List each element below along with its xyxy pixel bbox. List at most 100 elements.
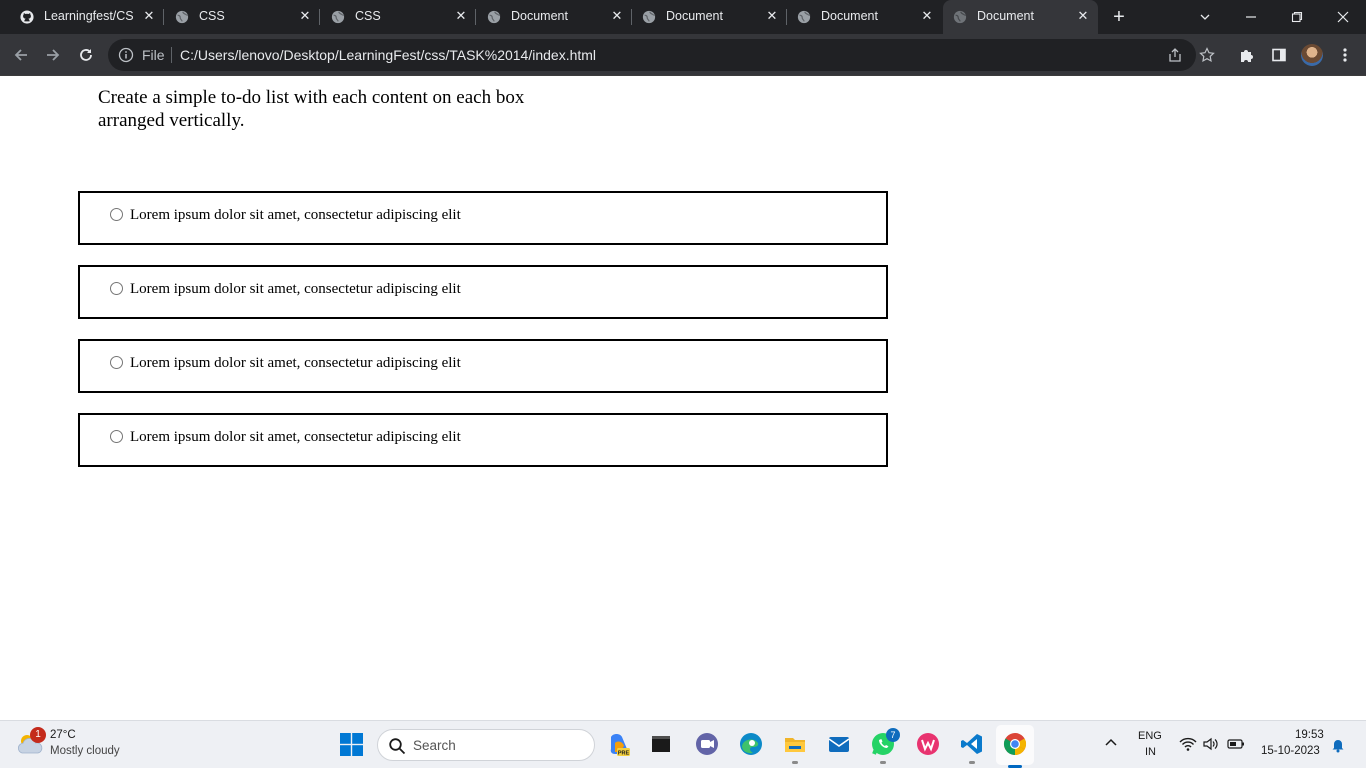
info-icon[interactable] [118,47,134,63]
todo-item: Lorem ipsum dolor sit amet, consectetur … [78,339,888,393]
windows-start-icon[interactable] [340,733,363,756]
search-icon [389,738,406,755]
restore-icon [1291,11,1303,23]
restore-button[interactable] [1284,4,1310,30]
address-bar[interactable]: File C:/Users/lenovo/Desktop/LearningFes… [108,39,1215,71]
globe-icon [953,10,967,24]
globe-icon [175,10,189,24]
close-icon[interactable]: ✕ [298,9,312,23]
profile-avatar[interactable] [1301,44,1323,66]
bookmark-star-icon[interactable] [1199,47,1215,63]
todo-radio[interactable] [110,430,123,443]
tab-title: Learningfest/CSS [44,9,134,23]
todo-item: Lorem ipsum dolor sit amet, consectetur … [78,191,888,245]
running-indicator [880,761,886,764]
weather-temperature: 27°C [50,729,76,741]
taskbar-search[interactable]: Search [377,729,595,761]
notification-bell-icon[interactable] [1330,737,1346,753]
reload-icon [80,49,92,61]
new-tab-button[interactable]: + [1108,6,1130,28]
todo-radio[interactable] [110,208,123,221]
todo-label: Lorem ipsum dolor sit amet, consectetur … [130,207,461,223]
tab-separator [475,9,476,25]
windows-taskbar: 1 27°C Mostly cloudy Search PRE 7 ENG IN… [0,720,1366,768]
tab-css[interactable]: CSS ✕ [321,0,476,34]
search-placeholder: Search [413,738,456,753]
clock-time[interactable]: 19:53 [1295,729,1324,741]
github-icon [20,10,34,24]
tab-document[interactable]: Document ✕ [632,0,787,34]
arrow-right-icon [47,49,60,61]
page-content: Create a simple to-do list with each con… [0,77,1366,720]
todo-item: Lorem ipsum dolor sit amet, consectetur … [78,265,888,319]
wps-office-icon[interactable] [915,731,941,757]
tab-document[interactable]: Document ✕ [477,0,632,34]
chevron-up-icon[interactable] [1103,735,1119,751]
address-separator [171,47,172,63]
globe-icon [487,10,501,24]
notification-badge: 7 [886,728,900,742]
url-text[interactable]: C:/Users/lenovo/Desktop/LearningFest/css… [180,47,596,63]
tab-title: Document [821,9,878,23]
tab-document[interactable]: Document ✕ [787,0,942,34]
task-instructions: Create a simple to-do list with each con… [98,87,525,131]
close-window-button[interactable] [1330,4,1356,30]
reload-button[interactable] [74,43,98,67]
teams-chat-icon[interactable] [694,731,720,757]
copilot-icon[interactable]: PRE [606,731,632,757]
tab-learningfest-css[interactable]: Learningfest/CSS ✕ [10,0,164,34]
close-icon[interactable]: ✕ [142,9,156,23]
side-panel-button[interactable] [1269,45,1289,65]
extensions-button[interactable] [1237,45,1257,65]
close-icon[interactable]: ✕ [765,9,779,23]
globe-icon [331,10,345,24]
close-icon[interactable]: ✕ [454,9,468,23]
minimize-button[interactable] [1238,4,1264,30]
todo-label: Lorem ipsum dolor sit amet, consectetur … [130,281,461,297]
clock-date[interactable]: 15-10-2023 [1261,745,1320,757]
running-indicator [969,761,975,764]
menu-button[interactable] [1335,45,1355,65]
globe-icon [642,10,656,24]
volume-icon[interactable] [1202,736,1220,752]
close-icon[interactable]: ✕ [920,9,934,23]
tab-title: CSS [355,9,381,23]
tab-css[interactable]: CSS ✕ [165,0,320,34]
weather-condition: Mostly cloudy [50,745,120,757]
mail-icon[interactable] [826,731,852,757]
tab-title: Document [666,9,723,23]
edge-icon[interactable] [738,731,764,757]
language-region: IN [1145,746,1156,758]
browser-tab-strip: Learningfest/CSS ✕ CSS ✕ CSS ✕ Document … [0,0,1366,34]
file-explorer-icon[interactable] [782,731,808,757]
scheme-label: File [142,47,165,63]
chevron-down-icon [1200,14,1210,20]
share-icon[interactable] [1167,47,1183,63]
forward-button[interactable] [41,43,65,67]
language-indicator[interactable]: ENG [1138,730,1162,742]
close-icon[interactable]: ✕ [610,9,624,23]
vscode-icon[interactable] [959,731,985,757]
todo-item: Lorem ipsum dolor sit amet, consectetur … [78,413,888,467]
tab-document-active[interactable]: Document ✕ [943,0,1098,34]
todo-label: Lorem ipsum dolor sit amet, consectetur … [130,355,461,371]
chrome-icon[interactable] [1002,731,1028,757]
back-button[interactable] [9,43,33,67]
browser-toolbar: File C:/Users/lenovo/Desktop/LearningFes… [0,34,1366,76]
puzzle-icon [1241,50,1253,62]
todo-label: Lorem ipsum dolor sit amet, consectetur … [130,429,461,445]
close-icon[interactable]: ✕ [1076,9,1090,23]
battery-icon[interactable] [1227,736,1245,752]
tab-search-button[interactable] [1192,4,1218,30]
minimize-icon [1246,16,1256,18]
tab-title: Document [977,9,1034,23]
todo-radio[interactable] [110,356,123,369]
todo-radio[interactable] [110,282,123,295]
tab-separator [163,9,164,25]
wifi-icon[interactable] [1179,736,1197,752]
tab-title: Document [511,9,568,23]
running-indicator [792,761,798,764]
terminal-icon[interactable] [648,731,674,757]
globe-icon [797,10,811,24]
side-panel-icon [1272,48,1286,62]
